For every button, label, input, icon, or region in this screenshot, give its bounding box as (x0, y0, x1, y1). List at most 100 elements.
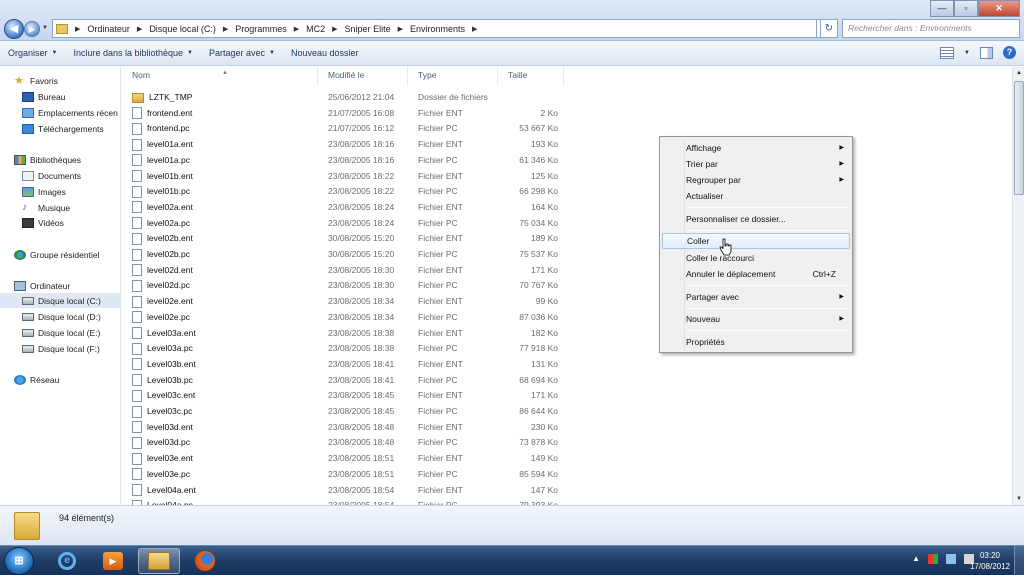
table-row[interactable]: Level04a.ent 23/08/2005 18:54 Fichier ENT 1… (122, 483, 567, 499)
new-folder-button[interactable]: Nouveau dossier (283, 48, 367, 58)
sidebar-item-recent-places[interactable]: Emplacements récen (0, 105, 120, 120)
show-hidden-icons-icon[interactable]: ▲ (912, 554, 920, 564)
sidebar-item-drive-f[interactable]: Disque local (F:) (0, 341, 120, 356)
breadcrumb-programmes[interactable]: Programmes (231, 24, 291, 34)
chevron-down-icon[interactable]: ▼ (964, 50, 970, 56)
breadcrumb-separator-icon[interactable]: ▶ (329, 25, 340, 33)
table-row[interactable]: frontend.pc 21/07/2005 16:12 Fichier PC 53 … (122, 121, 567, 137)
refresh-icon[interactable]: ↻ (820, 19, 838, 38)
column-header-name[interactable]: Nom ▲ (122, 67, 318, 85)
table-row[interactable]: level03d.pc 23/08/2005 18:48 Fichier PC 73 … (122, 435, 567, 451)
menu-item-share-with[interactable]: Partager avec ▶ (662, 289, 850, 305)
sidebar-item-favorites[interactable]: ★ Favoris (0, 73, 120, 88)
scroll-up-icon[interactable]: ▲ (1013, 67, 1024, 79)
table-row[interactable]: Level03c.ent 23/08/2005 18:45 Fichier ENT 1… (122, 388, 567, 404)
breadcrumb-separator-icon[interactable]: ▶ (72, 25, 83, 33)
table-row[interactable]: level01a.ent 23/08/2005 18:16 Fichier ENT 1… (122, 137, 567, 153)
table-row[interactable]: level01b.pc 23/08/2005 18:22 Fichier PC 66 … (122, 184, 567, 200)
menu-item-group-by[interactable]: Regrouper par ▶ (662, 172, 850, 188)
sidebar-item-desktop[interactable]: Bureau (0, 89, 120, 104)
table-row[interactable]: level02d.ent 23/08/2005 18:30 Fichier ENT 1… (122, 263, 567, 279)
menu-item-paste[interactable]: Coller (662, 233, 850, 249)
sidebar-item-computer[interactable]: Ordinateur (0, 278, 120, 293)
table-row[interactable]: level02d.pc 23/08/2005 18:30 Fichier PC 70 … (122, 278, 567, 294)
table-row[interactable]: level02b.pc 30/08/2005 15:20 Fichier PC 75 … (122, 247, 567, 263)
taskbar-internet-explorer[interactable]: e (46, 548, 88, 574)
change-view-icon[interactable] (940, 46, 955, 59)
include-in-library-menu[interactable]: Inclure dans la bibliothèque ▼ (65, 48, 201, 58)
breadcrumb-computer[interactable]: Ordinateur (83, 24, 134, 34)
clock[interactable]: 03:20 17/08/2012 (970, 550, 1010, 572)
recent-pages-dropdown-icon[interactable]: ▼ (42, 25, 48, 31)
column-header-type[interactable]: Type (408, 67, 498, 85)
sidebar-item-libraries[interactable]: Bibliothèques (0, 152, 120, 167)
menu-item-paste-shortcut[interactable]: Coller le raccourci (662, 250, 850, 266)
table-row[interactable]: level03e.pc 23/08/2005 18:51 Fichier PC 85 … (122, 467, 567, 483)
back-button[interactable]: ◀ (4, 19, 24, 39)
table-row[interactable]: LZTK_TMP 25/06/2012 21:04 Dossier de fichi… (122, 90, 567, 106)
breadcrumb-separator-icon[interactable]: ▶ (291, 25, 302, 33)
breadcrumb-separator-icon[interactable]: ▶ (134, 25, 145, 33)
sidebar-item-network[interactable]: Réseau (0, 372, 120, 387)
sidebar-item-drive-d[interactable]: Disque local (D:) (0, 309, 120, 324)
organize-menu[interactable]: Organiser ▼ (0, 48, 65, 58)
breadcrumb-sniper-elite[interactable]: Sniper Elite (341, 24, 395, 34)
scrollbar-thumb[interactable] (1014, 81, 1024, 195)
sidebar-item-music[interactable]: ♪ Musique (0, 200, 120, 215)
start-button[interactable]: ⊞ (4, 547, 34, 575)
menu-item-view[interactable]: Affichage ▶ (662, 140, 850, 156)
table-row[interactable]: level03d.ent 23/08/2005 18:48 Fichier ENT 2… (122, 420, 567, 436)
address-bar[interactable]: ▶ Ordinateur ▶ Disque local (C:) ▶ Progr… (52, 19, 817, 38)
sidebar-item-videos[interactable]: Vidéos (0, 215, 120, 230)
menu-item-properties[interactable]: Propriétés (662, 334, 850, 350)
menu-item-sort-by[interactable]: Trier par ▶ (662, 156, 850, 172)
minimize-button[interactable]: — (930, 0, 954, 17)
sidebar-item-downloads[interactable]: Téléchargements (0, 121, 120, 136)
help-icon[interactable]: ? (1003, 46, 1016, 59)
table-row[interactable]: level02a.ent 23/08/2005 18:24 Fichier ENT 1… (122, 200, 567, 216)
menu-item-refresh[interactable]: Actualiser (662, 188, 850, 204)
breadcrumb-separator-icon[interactable]: ▶ (220, 25, 231, 33)
network-status-icon[interactable] (946, 554, 956, 564)
taskbar-firefox[interactable] (184, 548, 226, 574)
sidebar-item-documents[interactable]: Documents (0, 168, 120, 183)
table-row[interactable]: Level03a.ent 23/08/2005 18:38 Fichier ENT 1… (122, 326, 567, 342)
taskbar-explorer[interactable] (138, 548, 180, 574)
column-header-size[interactable]: Taille (498, 67, 564, 85)
table-row[interactable]: Level04a.pc 23/08/2005 18:54 Fichier PC 79 … (122, 498, 567, 505)
table-row[interactable]: level01a.pc 23/08/2005 18:16 Fichier PC 61 … (122, 153, 567, 169)
maximize-button[interactable]: ▫ (954, 0, 978, 17)
table-row[interactable]: frontend.ent 21/07/2005 16:08 Fichier ENT 2… (122, 106, 567, 122)
sidebar-item-drive-c[interactable]: Disque local (C:) (0, 293, 120, 308)
close-button[interactable]: ✕ (978, 0, 1020, 17)
share-with-menu[interactable]: Partager avec ▼ (201, 48, 283, 58)
menu-item-undo-move[interactable]: Annuler le déplacement Ctrl+Z (662, 266, 850, 282)
breadcrumb-mc2[interactable]: MC2 (302, 24, 329, 34)
scroll-down-icon[interactable]: ▼ (1013, 493, 1024, 505)
table-row[interactable]: Level03b.pc 23/08/2005 18:41 Fichier PC 68 … (122, 373, 567, 389)
sidebar-item-drive-e[interactable]: Disque local (E:) (0, 325, 120, 340)
sidebar-item-homegroup[interactable]: Groupe résidentiel (0, 247, 120, 262)
action-center-icon[interactable] (928, 554, 938, 564)
table-row[interactable]: Level03c.pc 23/08/2005 18:45 Fichier PC 86 … (122, 404, 567, 420)
table-row[interactable]: level02a.pc 23/08/2005 18:24 Fichier PC 75 … (122, 216, 567, 232)
vertical-scrollbar[interactable]: ▲ ▼ (1012, 67, 1024, 505)
preview-pane-icon[interactable] (980, 46, 993, 59)
taskbar-media-player[interactable]: ▶ (92, 548, 134, 574)
table-row[interactable]: level02b.ent 30/08/2005 15:20 Fichier ENT 1… (122, 231, 567, 247)
table-row[interactable]: level02e.ent 23/08/2005 18:34 Fichier ENT 9… (122, 294, 567, 310)
column-header-modified[interactable]: Modifié le (318, 67, 408, 85)
show-desktop-button[interactable] (1014, 546, 1024, 575)
table-row[interactable]: Level03b.ent 23/08/2005 18:41 Fichier ENT 1… (122, 357, 567, 373)
breadcrumb-environments[interactable]: Environments (406, 24, 469, 34)
table-row[interactable]: level02e.pc 23/08/2005 18:34 Fichier PC 87 … (122, 310, 567, 326)
breadcrumb-separator-icon[interactable]: ▶ (469, 25, 480, 33)
sidebar-item-images[interactable]: Images (0, 184, 120, 199)
search-input[interactable]: Rechercher dans : Environments (842, 19, 1020, 38)
forward-button[interactable]: ▶ (24, 21, 40, 37)
menu-item-new[interactable]: Nouveau ▶ (662, 311, 850, 327)
table-row[interactable]: level03e.ent 23/08/2005 18:51 Fichier ENT 1… (122, 451, 567, 467)
menu-item-customize-folder[interactable]: Personnaliser ce dossier... (662, 211, 850, 227)
breadcrumb-separator-icon[interactable]: ▶ (395, 25, 406, 33)
table-row[interactable]: level01b.ent 23/08/2005 18:22 Fichier ENT 1… (122, 169, 567, 185)
